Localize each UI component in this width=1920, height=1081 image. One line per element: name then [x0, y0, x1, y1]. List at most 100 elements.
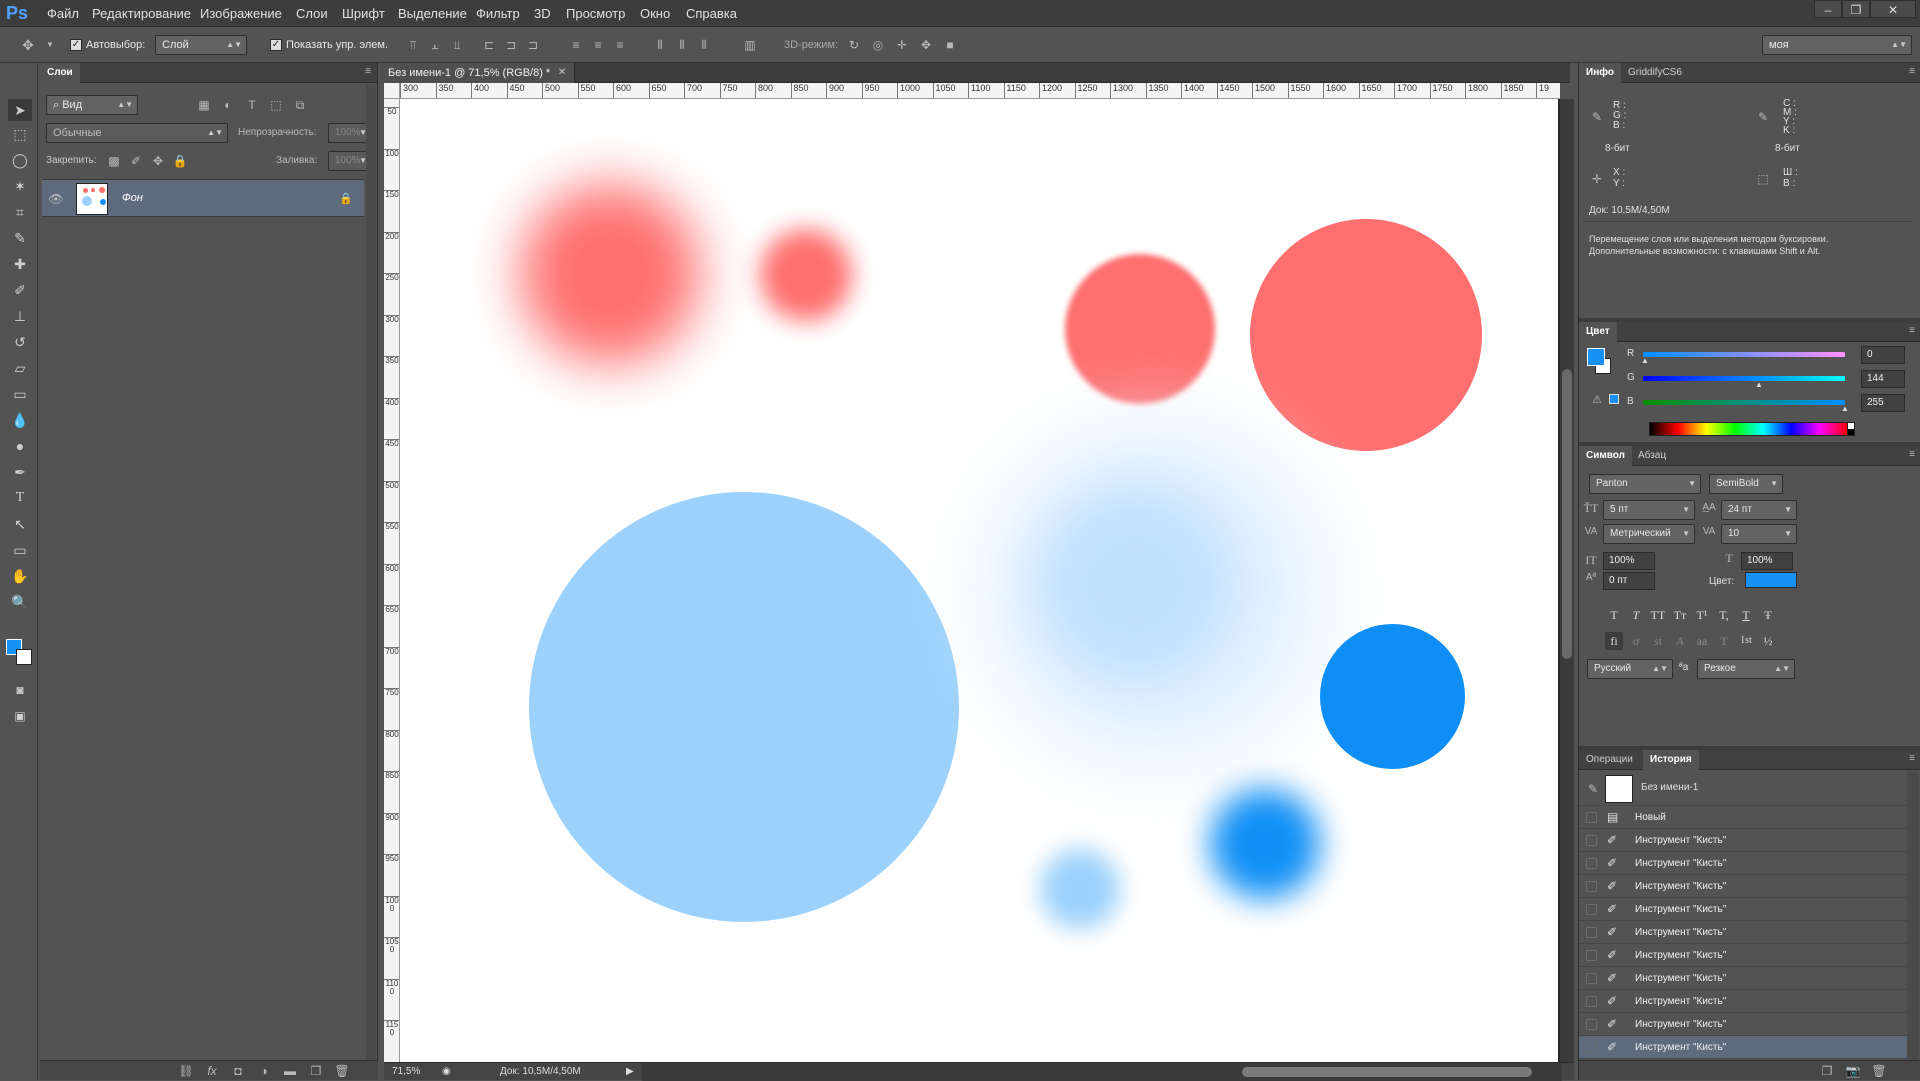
align-hcenter-icon[interactable]: ⊐: [503, 37, 519, 53]
tab-info[interactable]: Инфо: [1579, 63, 1621, 83]
swash-button[interactable]: A: [1671, 632, 1689, 650]
3d-roll-icon[interactable]: ◎: [870, 37, 886, 53]
eraser-tool-icon[interactable]: ▱: [8, 357, 32, 379]
web-color-swatch[interactable]: [1609, 394, 1619, 404]
fractions-button[interactable]: ½: [1759, 632, 1777, 650]
adjustment-layer-icon[interactable]: ◑: [256, 1063, 272, 1079]
filter-pixel-icon[interactable]: ▦: [196, 97, 212, 113]
history-source-checkbox[interactable]: [1586, 835, 1597, 846]
tab-color[interactable]: Цвет: [1579, 322, 1617, 342]
history-source-checkbox[interactable]: [1586, 927, 1597, 938]
document-tab[interactable]: Без имени-1 @ 71,5% (RGB/8) * ✕: [380, 63, 576, 83]
panel-menu-icon[interactable]: ≡: [1909, 449, 1915, 460]
superscript-button[interactable]: T¹: [1693, 606, 1711, 624]
blur-tool-icon[interactable]: 💧: [8, 409, 32, 431]
color-spectrum-ramp[interactable]: [1649, 422, 1849, 436]
history-state[interactable]: ✐ Инструмент "Кисть": [1579, 1036, 1907, 1059]
lasso-tool-icon[interactable]: ◯: [8, 149, 32, 171]
close-button[interactable]: ✕: [1870, 0, 1916, 18]
language-select[interactable]: Русский ▲▼: [1587, 659, 1673, 679]
menu-3d[interactable]: 3D: [534, 0, 551, 27]
workspace-select[interactable]: моя ▲▼: [1762, 35, 1912, 55]
menu-edit[interactable]: Редактирование: [92, 0, 191, 27]
ordinals-button[interactable]: 1st: [1737, 632, 1755, 650]
black-white-ramp[interactable]: [1847, 422, 1855, 436]
tab-layers[interactable]: Слои: [40, 63, 80, 83]
close-tab-icon[interactable]: ✕: [558, 63, 566, 83]
panel-menu-icon[interactable]: ≡: [1909, 325, 1915, 336]
baseline-shift-input[interactable]: 0 пт: [1603, 572, 1655, 590]
tab-actions[interactable]: Операции: [1579, 750, 1640, 770]
history-snapshot[interactable]: ✎ Без имени-1: [1579, 772, 1907, 806]
align-bottom-icon[interactable]: ⫫: [449, 37, 465, 53]
rectangle-tool-icon[interactable]: ▭: [8, 539, 32, 561]
g-slider[interactable]: [1643, 376, 1845, 381]
filter-shape-icon[interactable]: ⬚: [268, 97, 284, 113]
new-group-icon[interactable]: ▬: [282, 1063, 298, 1079]
history-state[interactable]: ✐ Инструмент "Кисть": [1579, 852, 1907, 875]
distribute-left-icon[interactable]: ⦀: [652, 37, 668, 53]
g-slider-handle[interactable]: ▲: [1755, 380, 1763, 389]
tab-character[interactable]: Символ: [1579, 446, 1632, 466]
history-source-checkbox[interactable]: [1586, 1019, 1597, 1030]
horizontal-scroll-thumb[interactable]: [1242, 1067, 1532, 1077]
lock-transparent-icon[interactable]: ▩: [106, 153, 122, 169]
history-state[interactable]: ✐ Инструмент "Кисть": [1579, 967, 1907, 990]
distribute-hcenter-icon[interactable]: ⦀: [674, 37, 690, 53]
color-fg-swatch[interactable]: [1587, 348, 1605, 366]
eyedropper-tool-icon[interactable]: ✎: [8, 227, 32, 249]
history-state[interactable]: ✐ Инструмент "Кисть": [1579, 1013, 1907, 1036]
filter-adjustment-icon[interactable]: ◐: [220, 97, 236, 113]
horizontal-scrollbar[interactable]: [642, 1063, 1562, 1081]
layer-name[interactable]: Фон: [122, 192, 143, 204]
history-scrollbar[interactable]: [1907, 772, 1919, 1060]
history-source-checkbox[interactable]: [1586, 996, 1597, 1007]
pen-tool-icon[interactable]: ✒: [8, 461, 32, 483]
history-source-checkbox[interactable]: [1586, 904, 1597, 915]
discretionary-ligatures-button[interactable]: st: [1649, 632, 1667, 650]
lock-position-icon[interactable]: ✥: [150, 153, 166, 169]
stamp-tool-icon[interactable]: ⊥: [8, 305, 32, 327]
add-mask-icon[interactable]: ◘: [230, 1063, 246, 1079]
hand-tool-icon[interactable]: ✋: [8, 565, 32, 587]
path-select-icon[interactable]: ↖: [8, 513, 32, 535]
menu-window[interactable]: Окно: [640, 0, 670, 27]
r-slider-handle[interactable]: ▲: [1641, 356, 1649, 365]
chevron-down-icon[interactable]: ▼: [42, 37, 58, 53]
delete-state-icon[interactable]: 🗑: [1871, 1063, 1887, 1079]
gradient-tool-icon[interactable]: ▭: [8, 383, 32, 405]
history-source-checkbox[interactable]: [1586, 1042, 1597, 1053]
magic-wand-icon[interactable]: ✶: [8, 175, 32, 197]
history-state[interactable]: ▤ Новый: [1579, 806, 1907, 829]
font-size-select[interactable]: 5 пт ▼: [1603, 500, 1695, 520]
history-brush-icon[interactable]: ↺: [8, 331, 32, 353]
g-value[interactable]: 144: [1861, 370, 1905, 388]
tab-paragraph[interactable]: Абзац: [1631, 446, 1673, 466]
blend-mode-select[interactable]: Обычные ▲▼: [46, 123, 228, 143]
history-source-checkbox[interactable]: [1586, 858, 1597, 869]
move-tool-preset-icon[interactable]: ✥: [20, 37, 36, 53]
crop-tool-icon[interactable]: ⌗: [8, 201, 32, 223]
distribute-right-icon[interactable]: ⦀: [696, 37, 712, 53]
show-transform-controls-checkbox[interactable]: ✓: [270, 39, 282, 51]
distribute-top-icon[interactable]: ≡: [568, 37, 584, 53]
stylistic-alternates-button[interactable]: aa: [1693, 632, 1711, 650]
r-value[interactable]: 0: [1861, 346, 1905, 364]
screen-mode-icon[interactable]: ▣: [8, 705, 32, 727]
3d-pan-icon[interactable]: ✛: [894, 37, 910, 53]
small-caps-button[interactable]: Tт: [1671, 606, 1689, 624]
status-info-icon[interactable]: ◉: [442, 1063, 451, 1081]
leading-select[interactable]: 24 пт ▼: [1721, 500, 1797, 520]
tab-history[interactable]: История: [1643, 750, 1699, 770]
link-layers-icon[interactable]: ⛓: [178, 1063, 194, 1079]
distribute-bottom-icon[interactable]: ≡: [612, 37, 628, 53]
lock-pixels-icon[interactable]: ✐: [128, 153, 144, 169]
align-vcenter-icon[interactable]: ⫠: [427, 37, 443, 53]
antialias-select[interactable]: Резкое ▲▼: [1697, 659, 1795, 679]
history-state[interactable]: ✐ Инструмент "Кисть": [1579, 829, 1907, 852]
menu-image[interactable]: Изображение: [200, 0, 282, 27]
status-menu-arrow-icon[interactable]: ▶: [626, 1063, 634, 1081]
autoselect-checkbox[interactable]: ✓: [70, 39, 82, 51]
new-snapshot-icon[interactable]: 📷: [1845, 1063, 1861, 1079]
text-color-swatch[interactable]: [1745, 572, 1797, 588]
